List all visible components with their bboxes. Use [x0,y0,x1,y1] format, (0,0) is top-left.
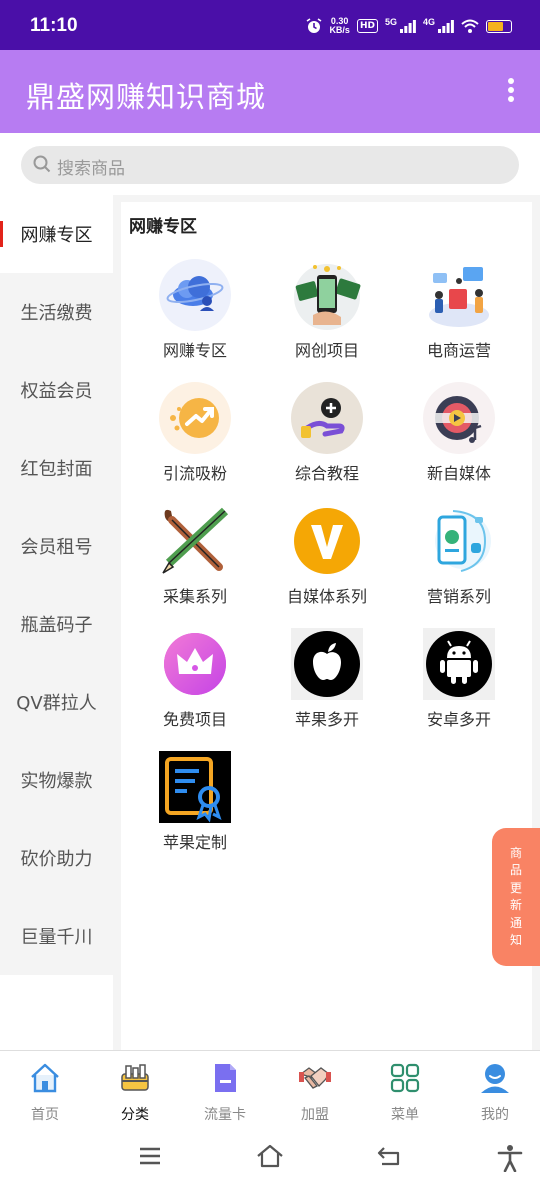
phone-marketing-icon [435,510,491,572]
grid-item-new-media[interactable]: 新自媒体 [393,382,525,494]
grid-item-wangzhuan[interactable]: 网赚专区 [129,259,261,371]
net-speed: 0.30 KB/s [329,16,350,35]
panel-title: 网赚专区 [129,217,197,237]
grid-item-apple-custom[interactable]: 苹果定制 [129,751,261,863]
android-icon [423,628,495,700]
search-bar: 搜索商品 [0,133,540,195]
home-icon [31,1063,59,1093]
grid-item-collect[interactable]: 采集系列 [129,505,261,617]
net-4g-label: 4G [422,17,435,27]
back-icon[interactable] [376,1144,402,1168]
user-icon [481,1064,509,1093]
sidebar-item-life-payment[interactable]: 生活缴费 [0,273,113,351]
sidebar-item-account-rent[interactable]: 会员租号 [0,507,113,585]
signal-icon [399,20,416,33]
grid-item-android-multi[interactable]: 安卓多开 [393,628,525,740]
grid-item-apple-multi[interactable]: 苹果多开 [261,628,393,740]
search-input[interactable]: 搜索商品 [21,146,519,184]
certificate-icon [159,751,231,823]
search-icon [33,155,51,173]
grid-menu-icon [390,1063,420,1093]
handshake-icon [299,1067,331,1089]
accessibility-icon[interactable] [497,1144,523,1172]
hand-coin-icon [291,382,363,454]
tab-menu[interactable]: 菜单 [360,1051,450,1131]
cloud-user-icon [159,259,231,331]
sim-card-icon [215,1064,236,1092]
grid-item-marketing[interactable]: 营销系列 [393,505,525,617]
app-title: 鼎盛网赚知识商城 [26,80,267,114]
brush-pencil-icon [162,507,229,574]
app-header: 鼎盛网赚知识商城 [0,50,540,133]
status-bar: 11:10 0.30 KB/s HD 5G 4G [0,0,540,50]
signal-icon-2 [438,20,454,33]
grid-item-project[interactable]: 网创项目 [261,259,393,371]
sidebar-item-bottle-code[interactable]: 瓶盖码子 [0,585,113,663]
apple-icon [291,628,363,700]
tab-join[interactable]: 加盟 [270,1051,360,1131]
sidebar-item-red-packet[interactable]: 红包封面 [0,429,113,507]
v-badge-icon [294,508,360,574]
traffic-growth-icon [159,382,231,454]
battery-icon [486,19,512,33]
sidebar-item-wangzhuan[interactable]: 网赚专区 [0,195,113,273]
sidebar-item-qianchuan[interactable]: 巨量千川 [0,897,113,975]
bottom-tab-bar: 首页 分类 流量卡 加盟 菜单 我的 [0,1050,540,1130]
wifi-icon [461,19,479,33]
sidebar-blank [0,975,113,1050]
grid-item-traffic[interactable]: 引流吸粉 [129,382,261,494]
content-area: 网赚专区 生活缴费 权益会员 红包封面 会员租号 瓶盖码子 QV群拉人 实物爆款… [0,195,540,1050]
more-vertical-icon[interactable] [504,78,518,106]
category-icon [121,1064,149,1091]
category-panel: 网赚专区 网赚专区 网创项目 电商运营 引流吸粉 综合教程 新自媒体 采集系列 … [121,202,532,1050]
status-icons: 0.30 KB/s HD 5G 4G [306,14,512,38]
grid-item-tutorial[interactable]: 综合教程 [261,382,393,494]
home-nav-icon[interactable] [256,1144,284,1168]
crown-icon [164,633,226,695]
grid-item-ecommerce[interactable]: 电商运营 [393,259,525,371]
category-sidebar: 网赚专区 生活缴费 权益会员 红包封面 会员租号 瓶盖码子 QV群拉人 实物爆款… [0,195,113,975]
ecommerce-team-icon [429,267,489,327]
alarm-icon [306,18,322,33]
tab-mine[interactable]: 我的 [450,1051,540,1131]
tab-category[interactable]: 分类 [90,1051,180,1131]
search-placeholder: 搜索商品 [57,159,125,179]
grid-item-free[interactable]: 免费项目 [129,628,261,740]
video-media-icon [423,382,495,454]
sidebar-item-bargain[interactable]: 砍价助力 [0,819,113,897]
menu-lines-icon[interactable] [138,1144,162,1168]
system-nav-bar [0,1130,540,1188]
tab-home[interactable]: 首页 [0,1051,90,1131]
net-5g-label: 5G [384,17,397,27]
hd-badge: HD [356,19,378,33]
update-notify-tab[interactable]: 商 品 更 新 通 知 [492,828,540,966]
sidebar-item-physical-hot[interactable]: 实物爆款 [0,741,113,819]
tab-sim-card[interactable]: 流量卡 [180,1051,270,1131]
status-time: 11:10 [30,15,78,36]
sidebar-item-qv-group[interactable]: QV群拉人 [0,663,113,741]
sidebar-item-rights-member[interactable]: 权益会员 [0,351,113,429]
phone-money-icon [294,264,361,330]
grid-item-self-media[interactable]: 自媒体系列 [261,505,393,617]
